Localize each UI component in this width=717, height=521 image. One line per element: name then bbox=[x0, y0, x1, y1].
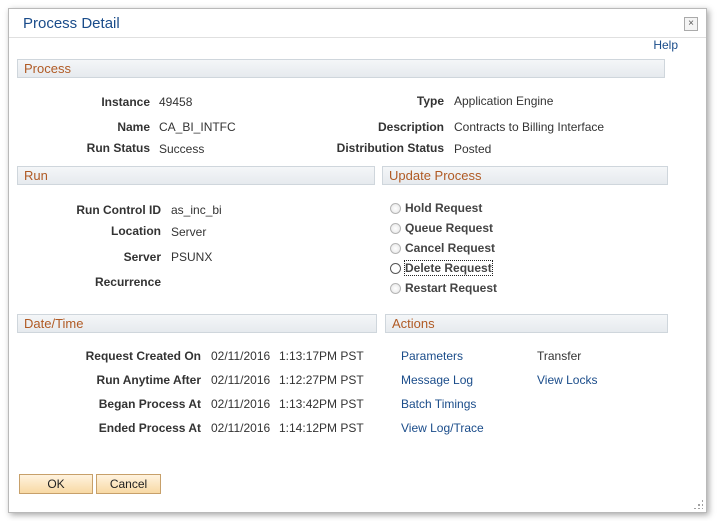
location-label: Location bbox=[111, 224, 161, 238]
close-icon[interactable]: × bbox=[684, 17, 698, 31]
view-log-trace-link[interactable]: View Log/Trace bbox=[401, 421, 484, 435]
run-anytime-after-time: 1:12:27PM PST bbox=[279, 373, 364, 387]
name-value: CA_BI_INTFC bbox=[159, 120, 236, 134]
update-process-section-header: Update Process bbox=[382, 166, 668, 185]
request-created-on-label: Request Created On bbox=[85, 349, 201, 363]
cancel-request-option: Cancel Request bbox=[390, 240, 495, 256]
restart-request-radio bbox=[390, 282, 401, 294]
run-status-value: Success bbox=[159, 142, 205, 156]
parameters-link[interactable]: Parameters bbox=[401, 349, 463, 363]
queue-request-option: Queue Request bbox=[390, 220, 493, 236]
server-value: PSUNX bbox=[171, 250, 213, 264]
queue-request-label: Queue Request bbox=[405, 221, 494, 235]
ended-process-at-time: 1:14:12PM PST bbox=[279, 421, 364, 435]
run-section-header: Run bbox=[17, 166, 375, 185]
run-anytime-after-label: Run Anytime After bbox=[96, 373, 201, 387]
instance-label: Instance bbox=[101, 95, 150, 109]
hold-request-label: Hold Request bbox=[405, 201, 483, 215]
description-label: Description bbox=[377, 120, 444, 134]
cancel-request-radio bbox=[390, 242, 401, 254]
view-locks-link[interactable]: View Locks bbox=[537, 373, 597, 387]
run-anytime-after-date: 02/11/2016 bbox=[211, 373, 271, 387]
dialog-title: Process Detail bbox=[23, 15, 120, 32]
name-label: Name bbox=[117, 120, 150, 134]
queue-request-radio bbox=[390, 222, 401, 234]
cancel-button[interactable]: Cancel bbox=[96, 474, 161, 494]
transfer-text: Transfer bbox=[537, 349, 582, 363]
hold-request-radio bbox=[390, 202, 401, 214]
delete-request-option[interactable]: Delete Request bbox=[390, 260, 493, 276]
datetime-section-header: Date/Time bbox=[17, 314, 377, 333]
distribution-status-value: Posted bbox=[454, 142, 492, 156]
delete-request-label[interactable]: Delete Request bbox=[404, 260, 493, 276]
distribution-status-label: Distribution Status bbox=[336, 141, 444, 155]
began-process-at-label: Began Process At bbox=[98, 397, 201, 411]
process-detail-dialog: Process Detail × Help Process Instance 4… bbox=[8, 8, 707, 513]
actions-section-header: Actions bbox=[385, 314, 668, 333]
hold-request-option: Hold Request bbox=[390, 200, 482, 216]
run-status-label: Run Status bbox=[86, 141, 150, 155]
restart-request-label: Restart Request bbox=[405, 281, 498, 295]
began-process-at-time: 1:13:42PM PST bbox=[279, 397, 364, 411]
description-value: Contracts to Billing Interface bbox=[454, 120, 605, 134]
run-control-id-value: as_inc_bi bbox=[171, 203, 222, 217]
location-value: Server bbox=[171, 225, 207, 239]
batch-timings-link[interactable]: Batch Timings bbox=[401, 397, 476, 411]
ok-button[interactable]: OK bbox=[19, 474, 93, 494]
request-created-on-date: 02/11/2016 bbox=[211, 349, 271, 363]
dialog-titlebar[interactable]: Process Detail × bbox=[9, 9, 706, 38]
ended-process-at-label: Ended Process At bbox=[98, 421, 201, 435]
restart-request-option: Restart Request bbox=[390, 280, 497, 296]
request-created-on-time: 1:13:17PM PST bbox=[279, 349, 364, 363]
resize-grip-icon[interactable] bbox=[693, 499, 703, 509]
process-section-header: Process bbox=[17, 59, 665, 78]
began-process-at-date: 02/11/2016 bbox=[211, 397, 271, 411]
type-value: Application Engine bbox=[454, 94, 554, 108]
message-log-link[interactable]: Message Log bbox=[401, 373, 473, 387]
recurrence-label: Recurrence bbox=[94, 275, 161, 289]
server-label: Server bbox=[123, 250, 161, 264]
cancel-request-label: Cancel Request bbox=[405, 241, 496, 255]
delete-request-radio[interactable] bbox=[390, 262, 401, 274]
ended-process-at-date: 02/11/2016 bbox=[211, 421, 271, 435]
instance-value: 49458 bbox=[159, 95, 193, 109]
help-link[interactable]: Help bbox=[653, 38, 678, 52]
run-control-id-label: Run Control ID bbox=[76, 203, 161, 217]
type-label: Type bbox=[416, 94, 444, 108]
